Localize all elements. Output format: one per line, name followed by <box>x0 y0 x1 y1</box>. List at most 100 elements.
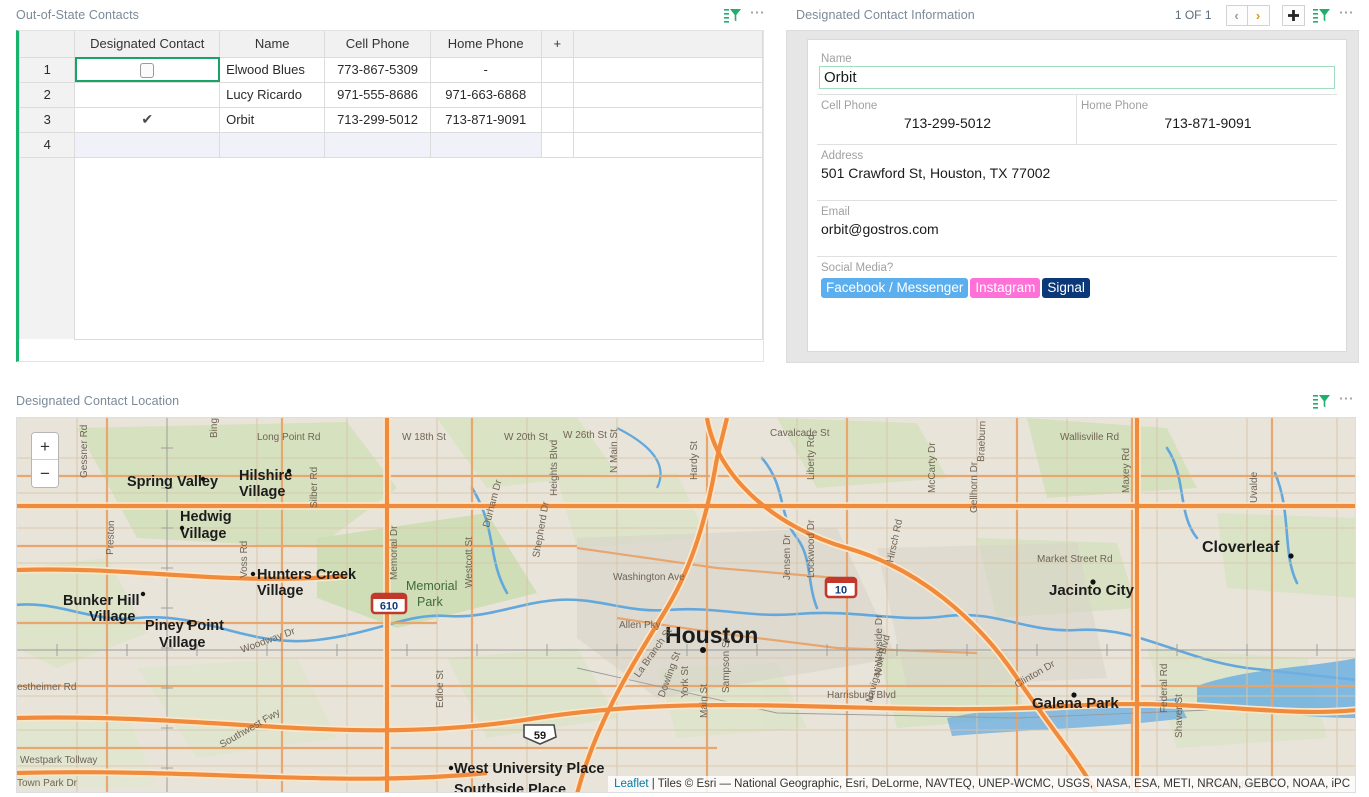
cell-home-phone[interactable]: - <box>430 57 541 82</box>
more-options-icon[interactable]: ⋯ <box>750 5 767 25</box>
cell-name[interactable]: Lucy Ricardo <box>220 82 325 107</box>
cell-home-phone[interactable] <box>430 132 541 157</box>
filter-icon[interactable] <box>722 5 744 25</box>
badge-facebook-messenger[interactable]: Facebook / Messenger <box>821 278 968 298</box>
cell-cell-phone[interactable] <box>325 132 430 157</box>
map-label-bunker-hill-village: Bunker Hill <box>63 593 140 609</box>
map-label-jacinto-city: Jacinto City <box>1049 582 1135 599</box>
row-number[interactable]: 2 <box>20 82 75 107</box>
zoom-in-button[interactable]: + <box>32 433 58 460</box>
cell-cell-phone[interactable]: 971-555-8686 <box>325 82 430 107</box>
checkbox-unchecked-icon[interactable] <box>140 63 154 78</box>
svg-text:Braeburn: Braeburn <box>976 421 988 462</box>
value-cell-phone[interactable]: 713-299-5012 <box>819 113 1074 133</box>
svg-text:Liberty Rd: Liberty Rd <box>806 434 817 480</box>
badge-signal[interactable]: Signal <box>1042 278 1090 298</box>
column-header-cell-phone[interactable]: Cell Phone <box>325 31 430 57</box>
svg-text:Wallisville Rd: Wallisville Rd <box>1060 432 1119 443</box>
add-record-button[interactable] <box>1282 5 1305 26</box>
detail-panel-title: Designated Contact Information <box>796 8 975 22</box>
field-email: Email orbit@gostros.com <box>817 201 1337 257</box>
map-label-hunters-creek-village: Hunters Creek <box>257 567 357 583</box>
value-email[interactable]: orbit@gostros.com <box>819 219 1335 239</box>
cell-designated-contact[interactable]: ✔ <box>75 107 220 132</box>
attribution-text: | Tiles © Esri — National Geographic, Es… <box>649 778 1350 790</box>
table-row[interactable]: 3 ✔ Orbit 713-299-5012 713-871-9091 <box>20 107 763 132</box>
cell-name[interactable]: Elwood Blues <box>220 57 325 82</box>
table-header-row: Designated Contact Name Cell Phone Home … <box>20 31 763 57</box>
row-number[interactable]: 1 <box>20 57 75 82</box>
column-header-designated-contact[interactable]: Designated Contact <box>75 31 220 57</box>
field-name: Name <box>817 48 1337 95</box>
filter-icon[interactable] <box>1311 5 1333 25</box>
map-zoom-controls[interactable]: + − <box>31 432 59 488</box>
previous-record-button[interactable]: ‹ <box>1226 5 1248 26</box>
cell-home-phone[interactable]: 971-663-6868 <box>430 82 541 107</box>
svg-text:59: 59 <box>534 730 546 742</box>
cell-designated-contact[interactable] <box>75 57 220 82</box>
badge-instagram[interactable]: Instagram <box>970 278 1040 298</box>
svg-text:Washington Ave: Washington Ave <box>613 572 685 583</box>
contacts-grid[interactable]: Designated Contact Name Cell Phone Home … <box>16 30 764 362</box>
map-label-southside-place: Southside Place <box>454 782 566 793</box>
svg-text:Long Point Rd: Long Point Rd <box>257 432 320 443</box>
svg-text:W 26th St: W 26th St <box>563 430 607 441</box>
phone-field-row: Cell Phone 713-299-5012 Home Phone 713-8… <box>817 95 1337 145</box>
cell-filler <box>574 57 763 82</box>
svg-text:York St: York St <box>680 666 691 698</box>
column-header-name[interactable]: Name <box>220 31 325 57</box>
value-home-phone[interactable]: 713-871-9091 <box>1079 113 1335 133</box>
plus-icon <box>1288 10 1299 21</box>
leaflet-map[interactable]: .rd { stroke:#e8a46a; fill:none; } .rd2 … <box>16 417 1356 793</box>
svg-text:Lockwood Dr: Lockwood Dr <box>806 519 817 578</box>
svg-text:Preston: Preston <box>105 520 117 555</box>
label-social-media: Social Media? <box>819 261 1335 275</box>
cell-spacer <box>541 57 573 82</box>
svg-text:N Main St: N Main St <box>609 429 620 473</box>
cell-spacer <box>541 107 573 132</box>
row-number[interactable]: 4 <box>20 132 75 157</box>
cell-designated-contact[interactable] <box>75 82 220 107</box>
cell-home-phone[interactable]: 713-871-9091 <box>430 107 541 132</box>
add-column-button[interactable]: + <box>541 31 573 57</box>
column-header-home-phone[interactable]: Home Phone <box>430 31 541 57</box>
leaflet-link[interactable]: Leaflet <box>614 778 649 790</box>
svg-text:Gessner Rd: Gessner Rd <box>79 425 90 478</box>
label-name: Name <box>819 52 1335 66</box>
zoom-out-button[interactable]: − <box>32 460 58 487</box>
field-address: Address 501 Crawford St, Houston, TX 770… <box>817 145 1337 201</box>
value-address[interactable]: 501 Crawford St, Houston, TX 77002 <box>819 163 1335 183</box>
checkmark-icon: ✔ <box>141 111 153 127</box>
label-cell-phone: Cell Phone <box>819 99 1074 113</box>
name-input[interactable] <box>819 66 1335 89</box>
filter-icon[interactable] <box>1311 391 1333 411</box>
svg-text:Bingle: Bingle <box>209 418 220 438</box>
svg-text:Jensen Dr: Jensen Dr <box>782 534 793 580</box>
svg-text:Memorial Dr: Memorial Dr <box>389 525 400 580</box>
row-number[interactable]: 3 <box>20 107 75 132</box>
svg-text:Village: Village <box>89 609 135 625</box>
svg-text:Federal Rd: Federal Rd <box>1159 664 1170 713</box>
map-header-tools: ⋯ <box>1311 391 1356 411</box>
more-options-icon[interactable]: ⋯ <box>1339 5 1356 25</box>
detail-panel-header: Designated Contact Information 1 OF 1 ‹ … <box>780 0 1369 30</box>
record-navigation: ‹ › <box>1226 5 1270 26</box>
column-header-rownum[interactable] <box>20 31 75 57</box>
next-record-button[interactable]: › <box>1248 5 1270 26</box>
svg-text:Village: Village <box>159 635 205 651</box>
cell-name[interactable]: Orbit <box>220 107 325 132</box>
cell-name[interactable] <box>220 132 325 157</box>
label-email: Email <box>819 205 1335 219</box>
svg-text:Voss Rd: Voss Rd <box>239 541 250 578</box>
svg-text:Hardy St: Hardy St <box>689 441 700 480</box>
table-row[interactable]: 2 Lucy Ricardo 971-555-8686 971-663-6868 <box>20 82 763 107</box>
cell-cell-phone[interactable]: 773-867-5309 <box>325 57 430 82</box>
more-options-icon[interactable]: ⋯ <box>1339 391 1356 411</box>
cell-cell-phone[interactable]: 713-299-5012 <box>325 107 430 132</box>
cell-designated-contact[interactable] <box>75 132 220 157</box>
svg-text:Uvalde: Uvalde <box>1249 471 1260 503</box>
table-row-new[interactable]: 4 <box>20 132 763 157</box>
svg-text:Westcott St: Westcott St <box>464 537 475 588</box>
svg-text:Cavalcade St: Cavalcade St <box>770 428 830 439</box>
table-row[interactable]: 1 Elwood Blues 773-867-5309 - <box>20 57 763 82</box>
